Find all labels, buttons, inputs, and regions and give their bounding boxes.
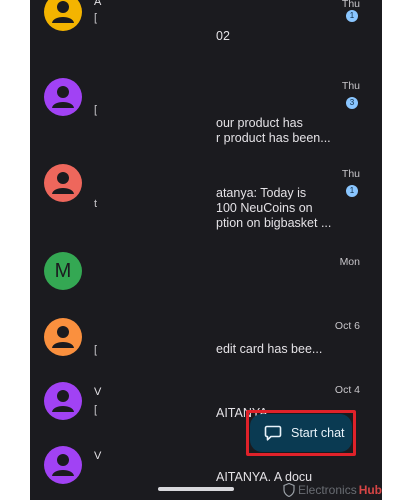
conversation-date: Oct 4 [334, 384, 360, 396]
conversation-row[interactable]: [ our product has r product has been... … [30, 68, 382, 145]
person-icon [52, 86, 74, 108]
shield-icon [283, 483, 295, 497]
conversation-row[interactable]: t atanya: Today is 100 NeuCoins on ption… [30, 156, 382, 230]
conversation-row[interactable]: A [ 02 Thu 1 [30, 0, 382, 46]
message-preview-line: edit card has bee... [216, 342, 323, 356]
conversation-date: Thu [341, 80, 360, 92]
person-icon [52, 390, 74, 412]
message-preview-line: ption on bigbasket ... [216, 216, 332, 230]
start-chat-label: Start chat [291, 426, 345, 440]
unread-badge: 3 [346, 97, 358, 109]
avatar [44, 318, 82, 356]
message-preview-line: atanya: Today is [216, 186, 307, 200]
message-preview-line: 02 [216, 29, 230, 43]
avatar [44, 164, 82, 202]
watermark: Electronics Hub [283, 481, 382, 499]
message-preview-line: r product has been... [216, 131, 331, 145]
person-icon [52, 1, 74, 23]
contact-name: V [94, 386, 102, 398]
conversation-date: Thu [341, 168, 360, 180]
message-preview-start: [ [94, 12, 98, 24]
message-preview-start: [ [94, 344, 98, 356]
person-icon [52, 172, 74, 194]
avatar-initial: M [54, 260, 72, 282]
conversation-date: Thu [341, 0, 360, 10]
conversation-row[interactable]: [ edit card has bee... Oct 6 [30, 306, 382, 374]
watermark-text: Electronics [298, 483, 357, 497]
avatar [44, 382, 82, 420]
message-preview-start: t [94, 198, 98, 210]
gesture-nav-handle[interactable] [158, 487, 234, 491]
person-icon [52, 326, 74, 348]
message-preview-line: 100 NeuCoins on [216, 201, 313, 215]
contact-name: V [94, 450, 102, 462]
chat-bubble-icon [264, 425, 282, 441]
message-preview-start: [ [94, 104, 98, 116]
conversation-row[interactable]: M Mon [30, 240, 382, 308]
watermark-hub: Hub [358, 483, 383, 497]
contact-name: A [94, 0, 102, 8]
message-preview-start: [ [94, 404, 98, 416]
avatar: M [44, 252, 82, 290]
start-chat-button[interactable]: Start chat [250, 414, 352, 452]
conversation-date: Oct 6 [334, 320, 360, 332]
avatar [44, 78, 82, 116]
unread-badge: 1 [346, 185, 358, 197]
unread-badge: 1 [346, 10, 358, 22]
message-preview-line: our product has [216, 116, 303, 130]
conversation-date: Mon [339, 256, 360, 268]
avatar [44, 0, 82, 31]
person-icon [52, 454, 74, 476]
avatar [44, 446, 82, 484]
